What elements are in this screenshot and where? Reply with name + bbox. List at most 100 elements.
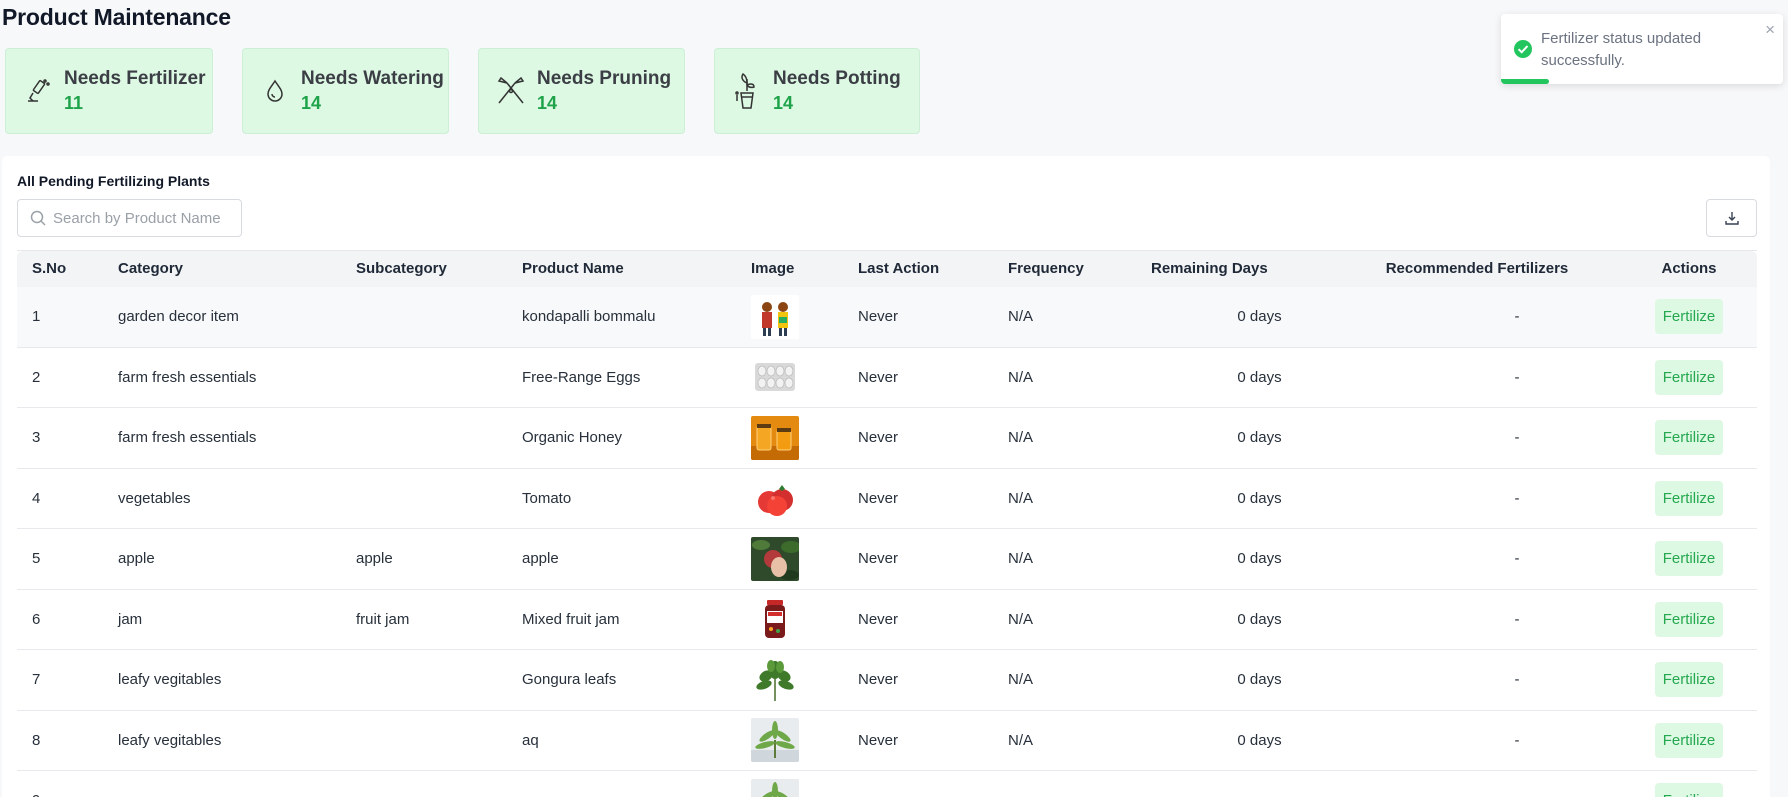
fertilize-button[interactable]: Fertilize (1654, 299, 1724, 334)
cell-recommended-fertilizers: - (1333, 528, 1621, 590)
fertilize-button[interactable]: Fertilize (1654, 601, 1724, 637)
cell-category: jam (103, 589, 341, 650)
cell-product-name: aq (507, 710, 736, 771)
search-input[interactable] (53, 209, 223, 227)
cell-last-action: Never (843, 528, 993, 590)
page-title: Product Maintenance (2, 4, 231, 30)
toast-progress (1501, 79, 1783, 84)
cell-last-action: Never (843, 589, 993, 650)
cell-recommended-fertilizers: - (1333, 286, 1621, 348)
table-header-row: S.No Category Subcategory Product Name I… (17, 250, 1757, 287)
cell-frequency: N/A (993, 528, 1136, 590)
cell-image (736, 710, 843, 771)
product-image (751, 294, 843, 339)
cell-recommended-fertilizers: - (1333, 468, 1621, 529)
cell-sno: 8 (17, 710, 103, 771)
product-image (751, 355, 843, 400)
cell-recommended-fertilizers: - (1333, 649, 1621, 711)
col-image: Image (736, 250, 843, 287)
cell-sno: 5 (17, 528, 103, 590)
stat-label: Needs Pruning (537, 68, 672, 89)
table-row: 6 jam fruit jam Mixed fruit jam Never N/A 0 da… (17, 589, 1757, 650)
cell-remaining-days: 0 days (1136, 649, 1333, 711)
fertilize-button[interactable]: Fertilize (1654, 420, 1724, 456)
cell-remaining-days: 0 days (1136, 528, 1333, 590)
product-image (751, 718, 843, 763)
col-category[interactable]: Category (103, 250, 341, 287)
cell-last-action (843, 770, 993, 797)
fertilize-button[interactable]: Fertilize (1654, 480, 1724, 516)
cell-subcategory (341, 407, 507, 469)
fertilize-button[interactable]: Fertilize (1654, 662, 1724, 698)
cell-image (736, 407, 843, 469)
download-button[interactable] (1706, 199, 1757, 237)
cell-actions: Fertilize (1621, 589, 1757, 650)
cell-sno: 1 (17, 286, 103, 348)
cell-sno: 3 (17, 407, 103, 469)
success-toast: Fertilizer status updated successfully. … (1501, 14, 1783, 84)
cell-subcategory: fruit jam (341, 589, 507, 650)
cell-product-name: kondapalli bommalu (507, 286, 736, 348)
stat-card-watering[interactable]: Needs Watering 14 (242, 48, 449, 134)
table-row: 2 farm fresh essentials Free-Range Eggs Nev… (17, 347, 1757, 408)
cell-subcategory (341, 649, 507, 711)
fertilize-button[interactable]: Fertilize (1654, 541, 1724, 577)
cell-frequency: N/A (993, 468, 1136, 529)
cell-last-action: Never (843, 710, 993, 771)
stat-value: 14 (773, 93, 794, 113)
cell-product-name: Mixed fruit jam (507, 589, 736, 650)
close-icon[interactable]: × (1765, 20, 1775, 40)
search-box[interactable] (17, 199, 242, 237)
cell-category (103, 770, 341, 797)
toast-progress-fill (1501, 79, 1549, 84)
stat-card-pruning[interactable]: Needs Pruning 14 (478, 48, 685, 134)
stat-card-fertilizer[interactable]: Needs Fertilizer 11 (5, 48, 213, 134)
cell-remaining-days (1136, 770, 1333, 797)
cell-actions: Fertilize (1621, 407, 1757, 469)
fertilizer-spray-icon (20, 73, 56, 109)
cell-recommended-fertilizers: - (1333, 347, 1621, 408)
col-remaining-days[interactable]: Remaining Days (1136, 250, 1333, 287)
cell-category: leafy vegitables (103, 710, 341, 771)
cell-frequency: N/A (993, 649, 1136, 711)
cell-category: leafy vegitables (103, 649, 341, 711)
cell-remaining-days: 0 days (1136, 468, 1333, 529)
cell-actions: Fertilize (1621, 528, 1757, 590)
stat-label: Needs Fertilizer (64, 68, 206, 89)
table-row: 3 farm fresh essentials Organic Honey Never… (17, 407, 1757, 469)
cell-remaining-days: 0 days (1136, 286, 1333, 348)
col-last-action[interactable]: Last Action (843, 250, 993, 287)
table-row: 7 leafy vegitables Gongura leafs Never N/A 0 … (17, 649, 1757, 711)
cell-actions: Fertilize (1621, 286, 1757, 348)
cell-product-name: Gongura leafs (507, 649, 736, 711)
col-subcategory[interactable]: Subcategory (341, 250, 507, 287)
cell-category: farm fresh essentials (103, 347, 341, 408)
col-frequency[interactable]: Frequency (993, 250, 1136, 287)
cell-product-name: apple (507, 528, 736, 590)
table-row: 4 vegetables Tomato Never N/A 0 days - Fertiliz… (17, 468, 1757, 529)
cell-category: vegetables (103, 468, 341, 529)
cell-image (736, 770, 843, 797)
cell-product-name: Organic Honey (507, 407, 736, 469)
fertilize-button[interactable]: Fertilize (1654, 783, 1724, 797)
stat-value: 14 (301, 93, 322, 113)
fertilize-button[interactable]: Fertilize (1654, 722, 1724, 758)
product-image (751, 476, 843, 521)
col-sno[interactable]: S.No (17, 250, 103, 287)
cell-actions: Fertilize (1621, 468, 1757, 529)
cell-sno: 4 (17, 468, 103, 529)
stat-card-potting[interactable]: Needs Potting 14 (714, 48, 920, 134)
cell-last-action: Never (843, 649, 993, 711)
table-row: 1 garden decor item kondapalli bommalu Neve… (17, 286, 1757, 348)
cell-sno: 6 (17, 589, 103, 650)
cell-last-action: Never (843, 286, 993, 348)
search-icon (30, 210, 46, 226)
cell-image (736, 347, 843, 408)
panel-title: All Pending Fertilizing Plants (17, 173, 210, 189)
cell-category: farm fresh essentials (103, 407, 341, 469)
cell-remaining-days: 0 days (1136, 710, 1333, 771)
fertilize-button[interactable]: Fertilize (1654, 359, 1724, 395)
col-product-name[interactable]: Product Name (507, 250, 736, 287)
cell-recommended-fertilizers: - (1333, 710, 1621, 771)
cell-recommended-fertilizers (1333, 770, 1621, 797)
